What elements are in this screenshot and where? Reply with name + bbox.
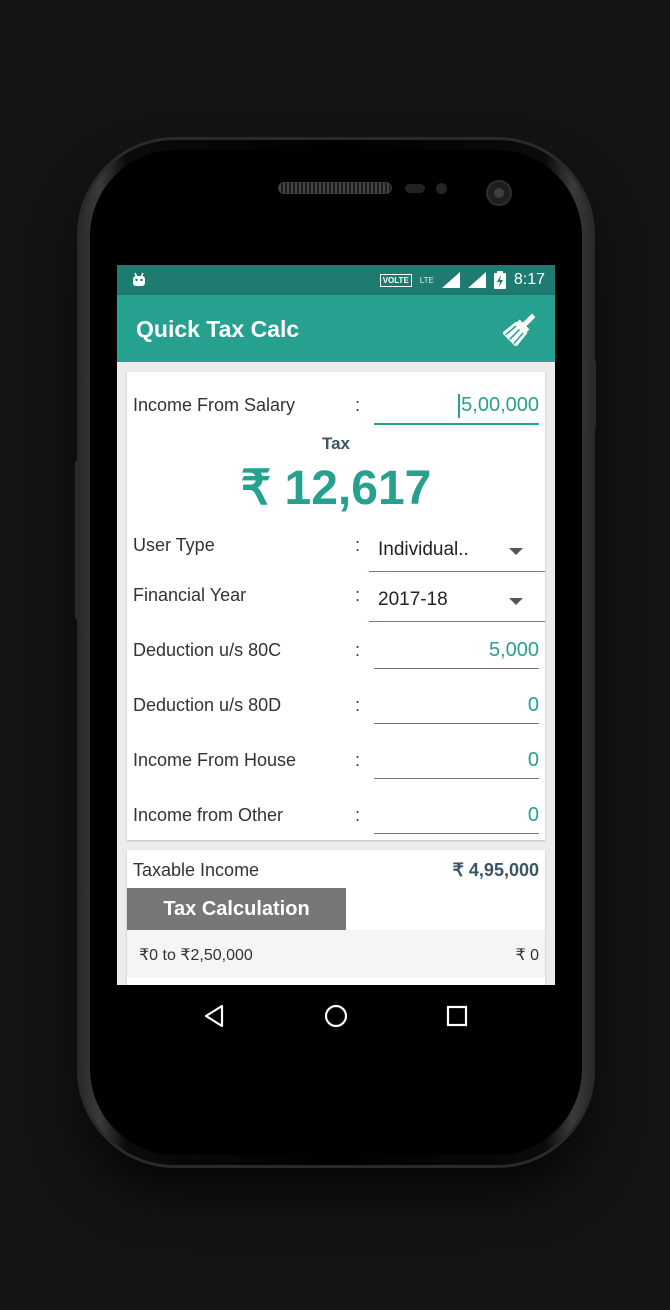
tax-calculation-button[interactable]: Tax Calculation (127, 888, 346, 930)
deduction-80c-value: 5,000 (488, 639, 539, 661)
income-house-row: Income From House : 0 (133, 740, 539, 780)
app-title: Quick Tax Calc (136, 316, 300, 342)
salary-row: Income From Salary : 5,00,000 (133, 385, 539, 425)
tax-label: Tax (321, 434, 351, 453)
app-bar: Quick Tax Calc (117, 295, 555, 362)
financial-year-row: Financial Year : 2017-18 (133, 575, 545, 622)
lte-indicator: LTE (419, 275, 434, 285)
income-other-value: 0 (527, 804, 539, 826)
navigation-bar (117, 985, 555, 1045)
status-bar: VOLTE LTE 8:17 (117, 265, 555, 295)
income-house-colon: : (355, 750, 361, 770)
earpiece-speaker (278, 182, 392, 194)
deduction-80c-input[interactable]: 5,000 (374, 634, 539, 669)
text-cursor (458, 394, 460, 418)
income-other-colon: : (355, 805, 361, 825)
slab-amount: ₹ 0 (515, 947, 539, 964)
home-icon[interactable] (323, 1003, 349, 1029)
taxable-income-value: ₹ 4,95,000 (452, 860, 539, 880)
volume-button (75, 460, 81, 620)
deduction-80c-label: Deduction u/s 80C (133, 640, 282, 660)
back-icon[interactable] (202, 1003, 228, 1029)
user-type-label: User Type (133, 535, 215, 555)
power-button (590, 360, 596, 430)
income-other-input[interactable]: 0 (374, 799, 539, 834)
deduction-80c-row: Deduction u/s 80C : 5,000 (133, 630, 539, 670)
taxable-income-label: Taxable Income (133, 860, 260, 880)
deduction-80c-colon: : (355, 640, 361, 660)
light-sensor (436, 183, 447, 194)
battery-icon (493, 271, 506, 289)
app-screen: VOLTE LTE 8:17 Quick Tax Calc Income Fro… (117, 265, 555, 1045)
broom-icon[interactable] (503, 310, 539, 346)
financial-year-label: Financial Year (133, 585, 247, 605)
deduction-80d-value: 0 (527, 694, 539, 716)
user-type-colon: : (355, 535, 361, 555)
android-notification-icon (133, 272, 145, 286)
user-type-row: User Type : Individual.. (133, 525, 545, 572)
dropdown-arrow-icon (509, 598, 523, 605)
deduction-80d-label: Deduction u/s 80D (133, 695, 282, 715)
input-card: Income From Salary : 5,00,000 Tax ₹ 12,6… (127, 372, 545, 840)
volte-badge: VOLTE (379, 273, 412, 287)
income-house-label: Income From House (133, 750, 297, 770)
slab-range: ₹0 to ₹2,50,000 (139, 947, 253, 964)
salary-input[interactable]: 5,00,000 (374, 389, 539, 425)
recents-icon[interactable] (444, 1003, 470, 1029)
income-house-value: 0 (527, 749, 539, 771)
front-camera (486, 180, 512, 206)
income-other-row: Income from Other : 0 (133, 795, 539, 835)
income-house-input[interactable]: 0 (374, 744, 539, 779)
user-type-value: Individual.. (378, 539, 469, 560)
proximity-sensor (405, 184, 425, 193)
financial-year-colon: : (355, 585, 361, 605)
financial-year-value: 2017-18 (378, 589, 448, 610)
signal-icon-1 (441, 272, 460, 288)
user-type-dropdown[interactable]: Individual.. (369, 531, 545, 572)
clock: 8:17 (513, 271, 545, 288)
deduction-80d-row: Deduction u/s 80D : 0 (133, 685, 539, 725)
content-area: Income From Salary : 5,00,000 Tax ₹ 12,6… (117, 362, 555, 985)
salary-value: 5,00,000 (461, 394, 539, 416)
salary-colon: : (355, 395, 361, 415)
summary-card: Taxable Income ₹ 4,95,000 Tax Calculatio… (127, 850, 545, 985)
signal-icon-2 (467, 272, 486, 288)
deduction-80d-input[interactable]: 0 (374, 689, 539, 724)
tax-value: ₹ 12,617 (240, 462, 432, 515)
tax-slab-row: ₹0 to ₹2,50,000 ₹ 0 (127, 930, 545, 978)
financial-year-dropdown[interactable]: 2017-18 (369, 581, 545, 622)
salary-label: Income From Salary (133, 395, 296, 415)
income-other-label: Income from Other (133, 805, 284, 825)
deduction-80d-colon: : (355, 695, 361, 715)
dropdown-arrow-icon (509, 548, 523, 555)
